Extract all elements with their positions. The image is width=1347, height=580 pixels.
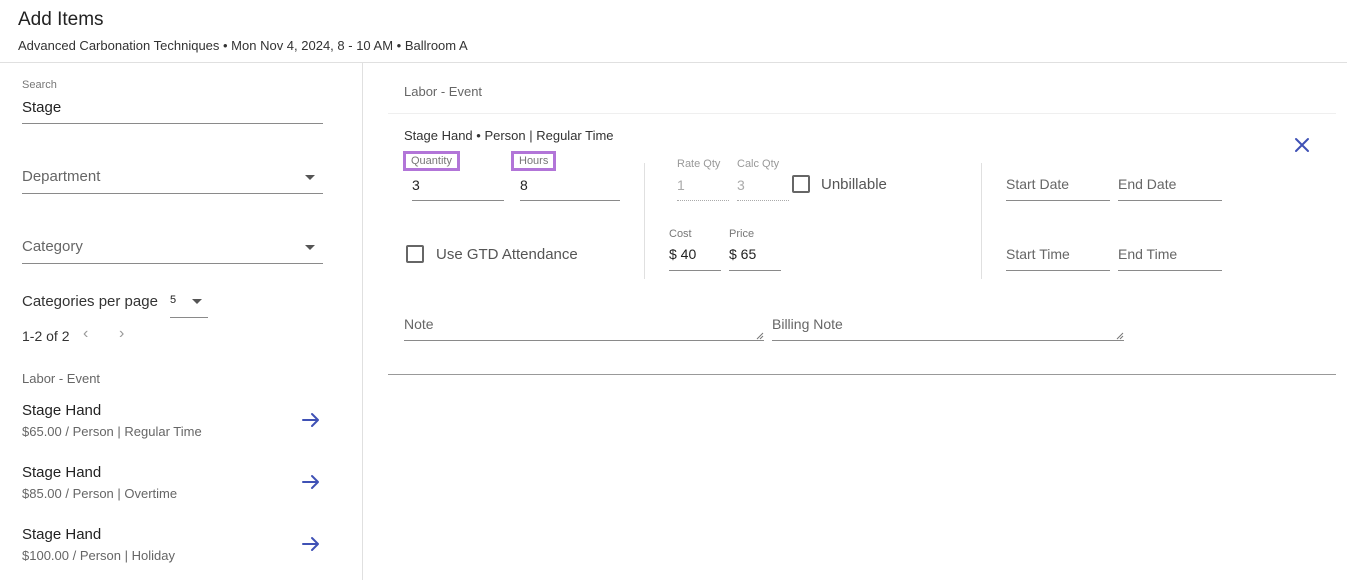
use-gtd-checkbox[interactable]: [406, 245, 424, 263]
unbillable-checkbox[interactable]: [792, 175, 810, 193]
list-item[interactable]: Stage Hand $100.00 / Person | Holiday: [22, 526, 327, 576]
start-time-input[interactable]: Start Time: [1006, 243, 1110, 271]
close-icon[interactable]: [1293, 136, 1311, 154]
quantity-value: 3: [412, 177, 420, 193]
calc-qty-value: 3: [737, 177, 745, 193]
billing-note-placeholder: Billing Note: [772, 316, 843, 332]
note-placeholder: Note: [404, 316, 434, 332]
department-select[interactable]: Department: [22, 161, 323, 194]
hours-label: Hours: [511, 151, 557, 171]
unbillable-label: Unbillable: [821, 176, 887, 193]
start-date-placeholder: Start Date: [1006, 176, 1070, 192]
resize-handle-icon[interactable]: [1116, 332, 1124, 340]
list-item[interactable]: Stage Hand $65.00 / Person | Regular Tim…: [22, 402, 327, 452]
hours-value: 8: [520, 177, 528, 193]
event-subtitle: Advanced Carbonation Techniques • Mon No…: [18, 38, 468, 53]
end-time-underline: [1118, 270, 1222, 271]
calc-qty-label: Calc Qty: [737, 158, 780, 170]
arrow-right-icon[interactable]: [301, 410, 321, 430]
end-date-placeholder: End Date: [1118, 176, 1177, 192]
list-item[interactable]: Stage Hand $85.00 / Person | Overtime: [22, 464, 327, 514]
start-date-underline: [1006, 200, 1110, 201]
start-time-placeholder: Start Time: [1006, 246, 1070, 262]
hours-input[interactable]: 8: [520, 175, 620, 201]
per-page-value: 5: [170, 294, 177, 306]
chevron-right-icon[interactable]: ›: [119, 325, 124, 343]
per-page-underline: [170, 317, 208, 318]
billing-note-textarea[interactable]: Billing Note: [772, 313, 1124, 341]
category-underline: [22, 263, 323, 264]
end-date-underline: [1118, 200, 1222, 201]
price-value: $ 65: [729, 246, 757, 262]
category-placeholder: Category: [22, 238, 83, 255]
cost-value: $ 40: [669, 246, 697, 262]
sidebar-group-label: Labor - Event: [22, 371, 101, 386]
sidebar: Search Stage Department Category Categor…: [0, 63, 363, 580]
quantity-label: Quantity: [403, 151, 460, 171]
page-header: Add Items Advanced Carbonation Technique…: [0, 0, 1347, 63]
rate-qty-input: Rate Qty 1: [677, 158, 729, 201]
main-panel: Labor - Event Stage Hand • Person | Regu…: [364, 63, 1347, 580]
price-label: Price: [729, 228, 755, 240]
department-placeholder: Department: [22, 168, 101, 185]
page-title: Add Items: [18, 9, 104, 30]
per-page-label: Categories per page: [22, 293, 158, 310]
calc-qty-input: Calc Qty 3: [737, 158, 789, 201]
item-desc: $85.00 / Person | Overtime: [22, 486, 178, 501]
start-date-input[interactable]: Start Date: [1006, 173, 1110, 201]
note-textarea[interactable]: Note: [404, 313, 764, 341]
category-select[interactable]: Category: [22, 231, 323, 264]
arrow-right-icon[interactable]: [301, 534, 321, 554]
chevron-left-icon[interactable]: ‹: [83, 325, 88, 343]
rate-qty-value: 1: [677, 177, 685, 193]
chevron-down-icon: [305, 175, 315, 180]
cost-label: Cost: [669, 228, 692, 240]
use-gtd-label: Use GTD Attendance: [436, 246, 578, 263]
divider: [388, 374, 1336, 375]
divider: [388, 113, 1336, 114]
end-date-input[interactable]: End Date: [1118, 173, 1222, 201]
end-time-placeholder: End Time: [1118, 246, 1178, 262]
per-page-select[interactable]: 5: [170, 291, 208, 318]
hours-underline: [520, 200, 620, 201]
rate-qty-underline: [677, 200, 729, 201]
chevron-down-icon: [305, 245, 315, 250]
note-underline: [404, 340, 764, 341]
item-desc: $65.00 / Person | Regular Time: [22, 424, 202, 439]
quantity-input[interactable]: 3: [412, 175, 504, 201]
vertical-divider: [981, 163, 982, 279]
search-label: Search: [22, 79, 57, 91]
resize-handle-icon[interactable]: [756, 332, 764, 340]
item-name: Stage Hand: [22, 402, 102, 419]
item-name: Stage Hand: [22, 464, 102, 481]
cost-input[interactable]: Cost $ 40: [669, 228, 721, 271]
search-underline: [22, 123, 323, 124]
main-group-label: Labor - Event: [404, 84, 483, 99]
quantity-underline: [412, 200, 504, 201]
price-underline: [729, 270, 781, 271]
item-desc: $100.00 / Person | Holiday: [22, 548, 175, 563]
arrow-right-icon[interactable]: [301, 472, 321, 492]
start-time-underline: [1006, 270, 1110, 271]
vertical-divider: [644, 163, 645, 279]
search-input[interactable]: Search Stage: [22, 79, 323, 124]
billing-note-underline: [772, 340, 1124, 341]
department-underline: [22, 193, 323, 194]
cost-underline: [669, 270, 721, 271]
calc-qty-underline: [737, 200, 789, 201]
chevron-down-icon: [192, 299, 202, 304]
price-input[interactable]: Price $ 65: [729, 228, 781, 271]
pagination-range: 1-2 of 2: [22, 328, 70, 344]
item-name: Stage Hand: [22, 526, 102, 543]
line-item-title: Stage Hand • Person | Regular Time: [404, 128, 614, 143]
search-value: Stage: [22, 99, 62, 116]
rate-qty-label: Rate Qty: [677, 158, 721, 170]
end-time-input[interactable]: End Time: [1118, 243, 1222, 271]
